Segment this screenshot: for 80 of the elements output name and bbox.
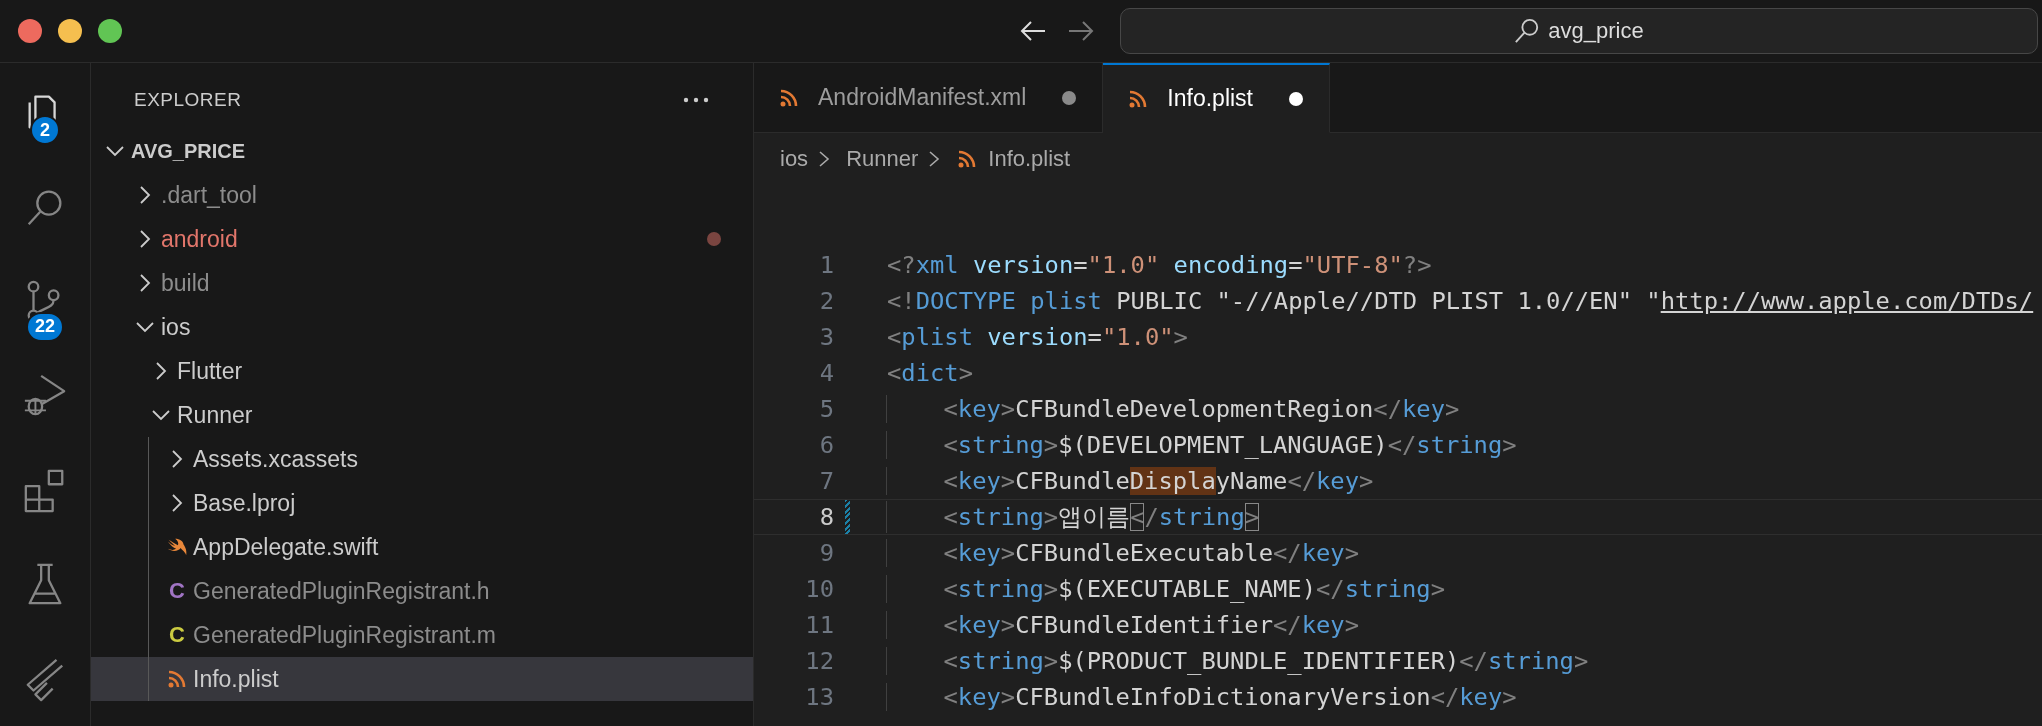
link[interactable]: http://www.apple.com/DTDs/ (1660, 287, 2034, 315)
minimize-window-button[interactable] (58, 19, 82, 43)
c-file-icon: C (169, 578, 185, 604)
file-tree-label: ios (161, 313, 191, 341)
file-tree-label: android (161, 225, 238, 253)
breadcrumb-item[interactable]: ios (780, 146, 809, 172)
file-tree-label: GeneratedPluginRegistrant.h (193, 577, 490, 605)
swift-bird-icon (166, 537, 188, 557)
file-tree-label: AppDelegate.swift (193, 533, 379, 561)
code-line: <dict> (887, 359, 973, 387)
more-actions-icon[interactable] (683, 97, 709, 103)
file-tree-label: GeneratedPluginRegistrant.m (193, 621, 496, 649)
code-line: <key>CFBundleExecutable</key> (885, 539, 1359, 567)
chevron-right-icon (928, 149, 941, 169)
line-number: 5 (818, 395, 834, 423)
line-number: 8 (818, 503, 834, 531)
file-tree-label: Flutter (177, 357, 243, 385)
file-tree-item[interactable]: Assets.xcassets (91, 437, 753, 481)
feed-icon (778, 87, 800, 108)
line-number: 11 (804, 611, 834, 639)
code-line: <key>CFBundleInfoDictionaryVersion</key> (885, 683, 1517, 711)
modified-dot (707, 232, 721, 246)
file-tree-item[interactable]: AppDelegate.swift (91, 525, 753, 569)
code-line: <key>CFBundleDevelopmentRegion</key> (885, 395, 1460, 423)
file-tree-item[interactable]: Info.plist (91, 657, 753, 701)
code-line: <string>앱이름</string> (885, 501, 1260, 533)
line-number: 13 (804, 683, 834, 711)
code-line: <key>CFBundleIdentifier</key> (885, 611, 1359, 639)
line-number: 2 (818, 287, 834, 315)
file-tree-item[interactable]: android (91, 217, 753, 261)
file-tree-label: .dart_tool (161, 181, 257, 209)
code-line: <?xml version="1.0" encoding="UTF-8"?> (887, 251, 1432, 279)
command-search-field[interactable]: avg_price (1120, 8, 2038, 54)
c-file-icon: C (169, 622, 185, 648)
chevron-right-icon (818, 149, 831, 169)
breadcrumb-item[interactable]: Runner (846, 146, 919, 172)
close-window-button[interactable] (18, 19, 42, 43)
explorer-title: EXPLORER (134, 89, 242, 111)
file-tree-item[interactable]: Base.lproj (91, 481, 753, 525)
code-line: <string>$(PRODUCT_BUNDLE_IDENTIFIER)</string> (885, 647, 1589, 675)
line-number: 7 (818, 467, 834, 495)
code-line: <string>$(EXECUTABLE_NAME)</string> (885, 575, 1445, 603)
count-badge: 22 (26, 311, 64, 342)
file-tree-item[interactable]: AVG_PRICE (91, 129, 753, 173)
feed-icon (166, 669, 188, 689)
file-tree-item[interactable]: build (91, 261, 753, 305)
search-icon (1514, 18, 1541, 44)
file-tree-item[interactable]: C GeneratedPluginRegistrant.h (91, 569, 753, 613)
line-number: 12 (804, 647, 834, 675)
code-line: <!DOCTYPE plist PUBLIC "-//Apple//DTD PLIST 1.0//EN" "http://www.apple.com/DTDs/ (887, 287, 2034, 315)
code-line: <key>CFBundleDisplayName</key> (885, 467, 1374, 495)
line-number: 9 (818, 539, 834, 567)
line-number: 3 (818, 323, 834, 351)
file-tree-label: Runner (177, 401, 253, 429)
editor-tab[interactable]: AndroidManifest.xml (754, 63, 1104, 133)
file-tree-label: AVG_PRICE (131, 139, 246, 163)
line-number: 6 (818, 431, 834, 459)
file-tree-item[interactable]: ios (91, 305, 753, 349)
line-number: 4 (818, 359, 834, 387)
editor-tab[interactable]: Info.plist (1103, 63, 1330, 133)
code-line: <plist version="1.0"> (887, 323, 1188, 351)
line-number: 10 (804, 575, 834, 603)
zoom-window-button[interactable] (98, 19, 122, 43)
file-tree-label: Info.plist (193, 665, 279, 693)
breadcrumb-item[interactable]: Info.plist (988, 146, 1071, 172)
unsaved-dot (1289, 91, 1303, 106)
file-tree-label: Base.lproj (193, 489, 296, 517)
files-activity-button[interactable]: 2 (0, 65, 90, 160)
file-tree-label: build (161, 269, 210, 297)
back-arrow-icon[interactable] (1020, 20, 1046, 42)
file-tree-item[interactable]: C GeneratedPluginRegistrant.m (91, 613, 753, 657)
code-line: <string>$(DEVELOPMENT_LANGUAGE)</string> (885, 431, 1517, 459)
file-tree-item[interactable]: .dart_tool (91, 173, 753, 217)
file-tree-item[interactable]: Runner (91, 393, 753, 437)
file-tree-label: Assets.xcassets (193, 445, 358, 473)
scm-activity-button[interactable]: 22 (0, 253, 90, 349)
unsaved-dot (1062, 90, 1077, 105)
count-badge: 2 (30, 115, 60, 145)
file-tree-item[interactable]: Flutter (91, 349, 753, 393)
line-number: 1 (818, 251, 834, 279)
